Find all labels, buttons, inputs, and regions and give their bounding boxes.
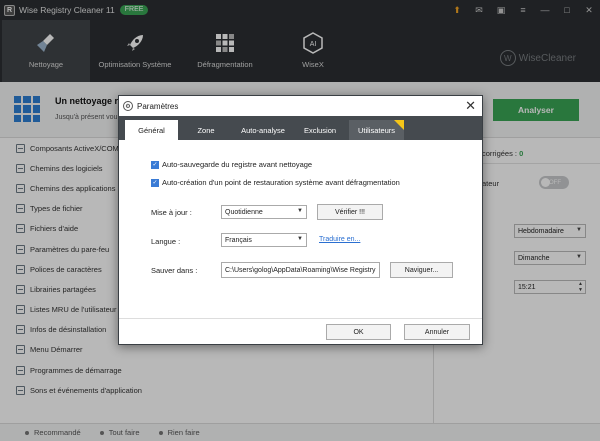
close-icon[interactable]: ✕ (465, 98, 476, 114)
checkbox-label: Auto-sauvegarde du registre avant nettoy… (162, 160, 313, 169)
tab-exclusion[interactable]: Exclusion (295, 120, 345, 140)
language-value: Français (225, 236, 252, 244)
dialog-title-bar: ⚙ Paramètres ✕ (119, 96, 482, 116)
language-label: Langue : (151, 237, 181, 246)
chevron-down-icon: ▼ (297, 236, 303, 242)
save-location-label: Sauver dans : (151, 266, 198, 275)
gear-icon: ⚙ (123, 101, 133, 111)
ok-button[interactable]: OK (326, 324, 391, 340)
update-frequency-select[interactable]: Quotidienne ▼ (221, 205, 307, 219)
browse-button[interactable]: Naviguer... (390, 262, 453, 278)
update-value: Quotidienne (225, 208, 263, 216)
checkbox-label: Auto-création d'un point de restauration… (162, 178, 400, 187)
cancel-button[interactable]: Annuler (404, 324, 470, 340)
tab-auto-analyse[interactable]: Auto-analyse (233, 120, 293, 140)
chevron-down-icon: ▼ (297, 208, 303, 214)
translate-link[interactable]: Traduire en... (319, 236, 360, 243)
checkmark-icon: ✓ (151, 178, 159, 187)
tab-utilisateurs[interactable]: Utilisateurs (349, 120, 404, 140)
update-label: Mise à jour : (151, 208, 192, 217)
save-path-field[interactable]: C:\Users\golog\AppData\Roaming\Wise Regi… (221, 262, 380, 278)
restore-point-checkbox[interactable]: ✓ Auto-création d'un point de restaurati… (151, 178, 400, 187)
new-badge-icon (394, 120, 404, 130)
tab-zone[interactable]: Zone (181, 120, 231, 140)
checkmark-icon: ✓ (151, 160, 159, 169)
dialog-footer: OK Annuler (119, 318, 482, 344)
auto-backup-checkbox[interactable]: ✓ Auto-sauvegarde du registre avant nett… (151, 160, 312, 169)
dialog-body: ✓ Auto-sauvegarde du registre avant nett… (119, 140, 482, 314)
verify-button[interactable]: Vérifier !!! (317, 204, 383, 220)
language-select[interactable]: Français ▼ (221, 233, 307, 247)
dialog-tabs: Général Zone Auto-analyse Exclusion Util… (119, 116, 482, 140)
settings-dialog: ⚙ Paramètres ✕ Général Zone Auto-analyse… (118, 95, 483, 345)
tab-general[interactable]: Général (125, 120, 178, 140)
dialog-title: Paramètres (137, 101, 179, 111)
tab-label: Utilisateurs (357, 125, 396, 135)
